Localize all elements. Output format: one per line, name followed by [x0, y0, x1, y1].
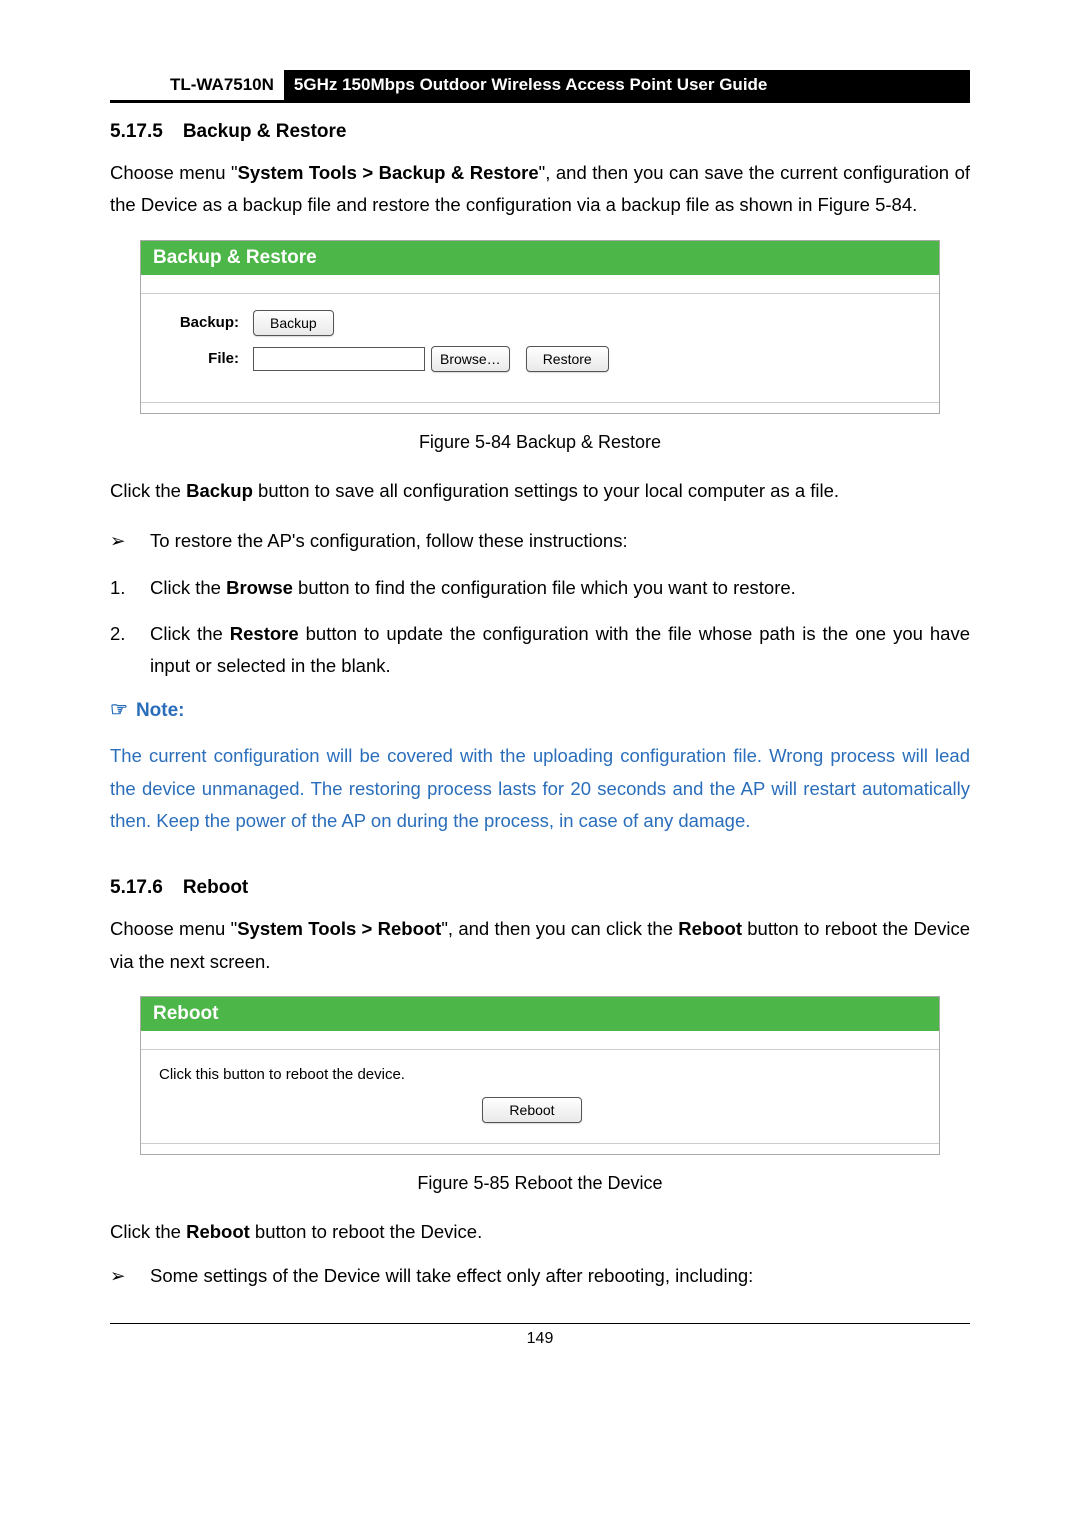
browse-button[interactable]: Browse…	[431, 346, 510, 372]
model-number: TL-WA7510N	[110, 70, 284, 100]
panel-title-reboot: Reboot	[141, 997, 939, 1031]
click-reboot-text: Click the Reboot button to reboot the De…	[110, 1216, 970, 1248]
bullet-settings-effect: ➢ Some settings of the Device will take …	[110, 1260, 970, 1292]
section-number: 5.17.6	[110, 877, 163, 899]
page-header: TL-WA7510N 5GHz 150Mbps Outdoor Wireless…	[110, 70, 970, 103]
step-1: 1. Click the Browse button to find the c…	[110, 572, 970, 604]
reboot-instruction-text: Click this button to reboot the device.	[159, 1066, 921, 1083]
panel-footer	[141, 1143, 939, 1154]
label-file: File:	[159, 350, 253, 367]
panel-title-backup: Backup & Restore	[141, 241, 939, 275]
reboot-panel: Reboot Click this button to reboot the d…	[140, 996, 940, 1155]
reboot-button[interactable]: Reboot	[482, 1097, 581, 1123]
panel-footer	[141, 402, 939, 413]
click-backup-text: Click the Backup button to save all conf…	[110, 475, 970, 507]
bullet-restore-instructions: ➢ To restore the AP's configuration, fol…	[110, 525, 970, 557]
pointing-hand-icon: ☞	[110, 699, 128, 721]
page-number: 149	[527, 1330, 554, 1347]
triangle-bullet-icon: ➢	[110, 1260, 150, 1292]
panel-separator	[141, 1031, 939, 1050]
step-number-1: 1.	[110, 572, 150, 604]
section-title: Backup & Restore	[183, 121, 347, 142]
label-backup: Backup:	[159, 314, 253, 331]
intro-reboot: Choose menu "System Tools > Reboot", and…	[110, 913, 970, 978]
intro-backup: Choose menu "System Tools > Backup & Res…	[110, 157, 970, 222]
section-number: 5.17.5	[110, 121, 163, 143]
figure-caption-backup: Figure 5-84 Backup & Restore	[110, 432, 970, 453]
note-heading: ☞ Note:	[110, 697, 970, 722]
step-2: 2. Click the Restore button to update th…	[110, 618, 970, 683]
page-footer: 149	[110, 1323, 970, 1348]
section-heading-backup: 5.17.5 Backup & Restore	[110, 121, 970, 143]
restore-button[interactable]: Restore	[526, 346, 609, 372]
backup-restore-panel: Backup & Restore Backup: Backup File: Br…	[140, 240, 940, 414]
guide-title: 5GHz 150Mbps Outdoor Wireless Access Poi…	[284, 70, 970, 100]
triangle-bullet-icon: ➢	[110, 525, 150, 557]
section-heading-reboot: 5.17.6 Reboot	[110, 877, 970, 899]
figure-caption-reboot: Figure 5-85 Reboot the Device	[110, 1173, 970, 1194]
backup-button[interactable]: Backup	[253, 310, 334, 336]
section-title: Reboot	[183, 877, 248, 898]
file-path-input[interactable]	[253, 347, 425, 371]
note-body: The current configuration will be covere…	[110, 740, 970, 837]
panel-separator	[141, 275, 939, 294]
note-label: Note:	[136, 700, 185, 721]
step-number-2: 2.	[110, 618, 150, 683]
